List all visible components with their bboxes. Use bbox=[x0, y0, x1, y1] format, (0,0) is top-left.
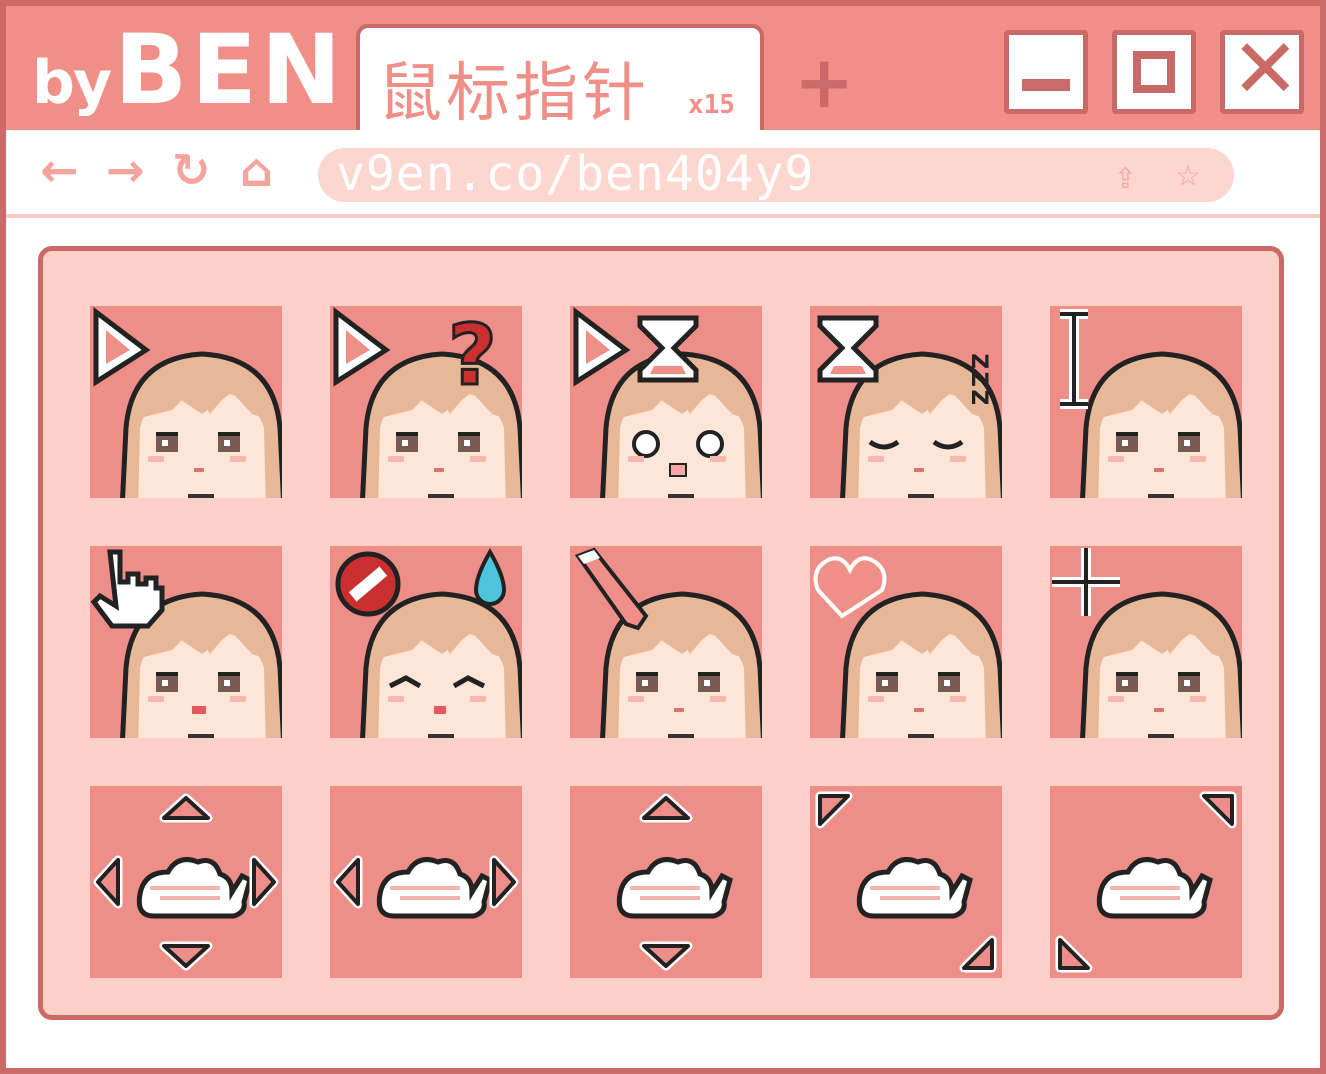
maximize-button[interactable] bbox=[1112, 30, 1196, 114]
cursor-tile-horizontal-resize[interactable] bbox=[330, 786, 522, 978]
forward-icon[interactable]: → bbox=[106, 142, 145, 198]
cursor-artwork bbox=[335, 548, 522, 738]
pointing-hand-icon bbox=[90, 549, 165, 629]
navigation-bar: ← → ↻ ⌂ v9en.co/ben404y9 ⇪ ☆ bbox=[6, 130, 1320, 218]
cursor-artwork bbox=[90, 549, 282, 738]
maximize-icon bbox=[1133, 51, 1175, 93]
girl-face-icon bbox=[360, 351, 522, 498]
cursor-artwork bbox=[333, 855, 519, 919]
cursor-artwork bbox=[1055, 791, 1237, 973]
cursor-grid-panel: ? zzz bbox=[38, 246, 1284, 1020]
tab-title: 鼠标指针 bbox=[378, 57, 650, 131]
close-button[interactable]: ✕ bbox=[1220, 22, 1304, 117]
cursor-tile-move[interactable] bbox=[90, 786, 282, 978]
home-icon[interactable]: ⌂ bbox=[240, 142, 273, 198]
minimize-icon bbox=[1022, 79, 1070, 91]
white-hand-icon bbox=[616, 857, 733, 919]
cursor-artwork bbox=[93, 306, 282, 498]
close-icon: ✕ bbox=[1231, 22, 1300, 117]
girl-face-icon bbox=[1080, 351, 1242, 498]
active-tab[interactable]: 鼠标指针 x15 bbox=[356, 24, 764, 136]
white-hand-icon bbox=[1096, 857, 1213, 919]
reload-icon[interactable]: ↻ bbox=[172, 142, 211, 198]
minimize-button[interactable] bbox=[1004, 30, 1088, 114]
svg-text:?: ? bbox=[448, 306, 497, 404]
cursor-tile-vertical-resize[interactable] bbox=[570, 786, 762, 978]
new-tab-button[interactable]: + bbox=[794, 46, 854, 118]
svg-text:zzz: zzz bbox=[964, 352, 999, 406]
cursor-artwork bbox=[573, 306, 762, 498]
tab-count: x15 bbox=[688, 90, 735, 120]
title-bar: byBEN 鼠标指针 x15 + ✕ bbox=[6, 6, 1320, 136]
cursor-artwork bbox=[93, 793, 279, 971]
brand-name: BEN bbox=[114, 14, 346, 126]
back-icon[interactable]: ← bbox=[40, 142, 79, 198]
cursor-artwork bbox=[1060, 309, 1242, 498]
browser-window: byBEN 鼠标指针 x15 + ✕ ← → ↻ ⌂ v9en.co/ben40… bbox=[0, 0, 1326, 1074]
share-icon[interactable]: ⇪ bbox=[1114, 152, 1137, 198]
girl-face-icon bbox=[1080, 591, 1242, 738]
cursor-tile-unavailable[interactable] bbox=[330, 546, 522, 738]
cursor-tile-help-select[interactable]: ? bbox=[330, 306, 522, 498]
girl-face-icon bbox=[120, 351, 282, 498]
cursor-artwork bbox=[1052, 548, 1242, 738]
cursor-tile-text-select[interactable] bbox=[1050, 306, 1242, 498]
address-url: v9en.co/ben404y9 bbox=[336, 146, 815, 202]
cursor-tile-alternate-select[interactable] bbox=[810, 546, 1002, 738]
cursor-tile-precision-select[interactable] bbox=[1050, 546, 1242, 738]
pen-icon bbox=[574, 547, 649, 631]
cursor-artwork bbox=[815, 791, 997, 973]
text-beam-icon bbox=[1060, 309, 1088, 409]
arrow-icon bbox=[93, 306, 151, 387]
cursor-artwork: zzz bbox=[817, 315, 1002, 498]
cursor-artwork bbox=[574, 547, 762, 738]
cursor-artwork: ? bbox=[333, 306, 522, 498]
bookmark-star-icon[interactable]: ☆ bbox=[1176, 150, 1200, 196]
cursor-tile-working-in-background[interactable] bbox=[570, 306, 762, 498]
girl-face-icon bbox=[840, 591, 1002, 738]
girl-face-icon bbox=[360, 591, 522, 738]
cursor-tile-busy[interactable]: zzz bbox=[810, 306, 1002, 498]
cursor-artwork bbox=[616, 793, 733, 971]
cursor-tile-diagonal-resize-1[interactable] bbox=[810, 786, 1002, 978]
brand-logo: byBEN bbox=[32, 22, 345, 118]
cursor-tile-link-select[interactable] bbox=[90, 546, 282, 738]
address-bar[interactable]: v9en.co/ben404y9 ⇪ ☆ bbox=[318, 146, 1234, 202]
crosshair-icon bbox=[1052, 548, 1120, 616]
white-hand-icon bbox=[856, 857, 973, 919]
cursor-tile-normal-select[interactable] bbox=[90, 306, 282, 498]
white-hand-icon bbox=[136, 857, 253, 919]
white-hand-icon bbox=[376, 857, 493, 919]
cursor-tile-diagonal-resize-2[interactable] bbox=[1050, 786, 1242, 978]
cursor-tile-handwriting[interactable] bbox=[570, 546, 762, 738]
cursor-artwork bbox=[813, 556, 1002, 738]
brand-by: by bbox=[32, 48, 112, 118]
